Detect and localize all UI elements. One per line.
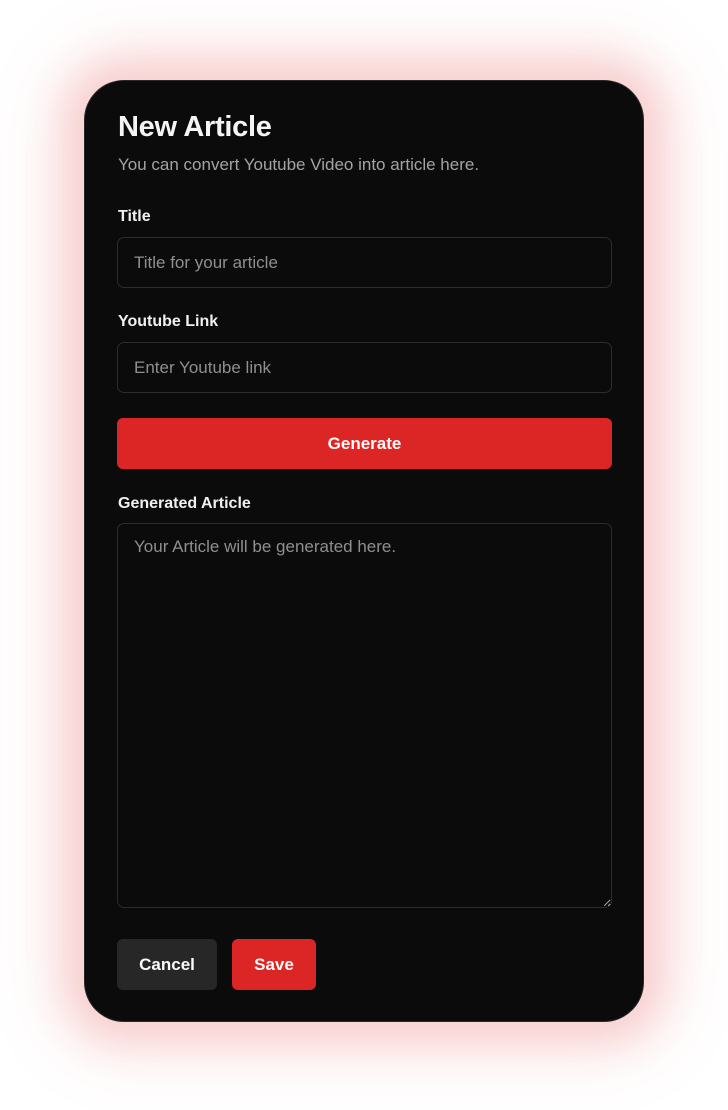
generated-article-label: Generated Article <box>118 495 251 512</box>
new-article-dialog: New Article You can convert Youtube Vide… <box>84 80 644 1022</box>
title-input[interactable] <box>117 237 612 288</box>
youtube-link-input[interactable] <box>117 342 612 393</box>
cancel-button[interactable]: Cancel <box>117 939 217 990</box>
dialog-title: New Article <box>118 111 272 143</box>
generated-article-textarea[interactable] <box>117 523 612 908</box>
save-button[interactable]: Save <box>232 939 316 990</box>
title-label: Title <box>118 208 151 225</box>
youtube-link-label: Youtube Link <box>118 313 219 330</box>
generate-button[interactable]: Generate <box>117 418 612 469</box>
dialog-description: You can convert Youtube Video into artic… <box>118 155 480 174</box>
page-backdrop: New Article You can convert Youtube Vide… <box>0 0 728 1110</box>
